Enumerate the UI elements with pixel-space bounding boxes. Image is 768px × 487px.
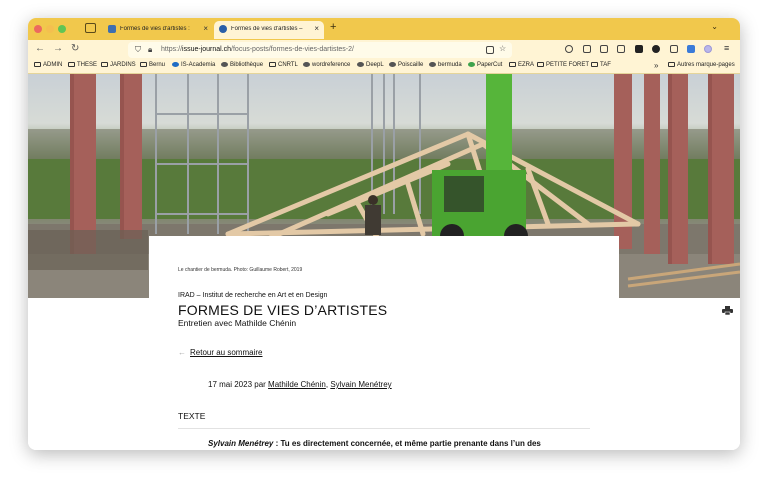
bookmark-these[interactable]: THESE <box>68 62 97 68</box>
section-heading: TEXTE <box>178 411 206 421</box>
bookmark-bermuda[interactable]: bermuda <box>429 62 462 68</box>
bookmark-admin[interactable]: ADMIN <box>34 62 62 68</box>
site-favicon-icon <box>108 25 116 33</box>
folder-icon <box>34 62 41 67</box>
url-text[interactable]: https://issue-journal.ch/focus-posts/for… <box>161 46 354 53</box>
extension-m-icon[interactable] <box>652 45 660 53</box>
site-icon <box>221 62 228 67</box>
close-window-button[interactable] <box>34 25 42 33</box>
site-icon <box>429 62 436 67</box>
extension-badge-icon[interactable] <box>635 45 643 53</box>
zoom-window-button[interactable] <box>58 25 66 33</box>
bookmark-star-icon[interactable]: ☆ <box>499 44 506 53</box>
account-icon[interactable] <box>704 45 712 53</box>
list-all-tabs-icon[interactable]: ⌄ <box>711 22 718 31</box>
article-title: FORMES DE VIES D’ARTISTES <box>178 302 388 318</box>
bookmark-is-academia[interactable]: IS-Academia <box>172 62 215 68</box>
article-card: Le chantier de bermuda. Photo: Guillaume… <box>149 236 619 450</box>
minimize-window-button[interactable] <box>46 25 54 33</box>
more-bookmarks-chevron-icon[interactable]: » <box>654 61 658 70</box>
folder-icon <box>101 62 108 67</box>
bookmark-wordreference[interactable]: wordreference <box>303 62 350 68</box>
close-tab-icon[interactable]: × <box>203 24 208 33</box>
bookmark-bibliotheque[interactable]: Bibliothèque <box>221 62 263 68</box>
hamburger-menu-icon[interactable]: ≡ <box>724 43 729 53</box>
publication-date: 17 mai 2023 par <box>208 380 269 389</box>
section-divider <box>178 428 590 429</box>
author-link-mathilde-chenin[interactable]: Mathilde Chénin <box>268 380 326 389</box>
tab-formes-de-vies-2[interactable]: Formes de vies d'artistes – ISSU × <box>214 21 324 39</box>
lock-icon[interactable]: 🔒︎ <box>148 45 152 55</box>
article-byline: 17 mai 2023 par Mathilde Chénin, Sylvain… <box>208 380 392 389</box>
library-icon[interactable] <box>600 45 608 53</box>
bookmark-deepl[interactable]: DeepL <box>357 62 384 68</box>
folder-icon <box>668 62 675 67</box>
sidebar-icon[interactable] <box>617 45 625 53</box>
folder-icon <box>591 62 598 67</box>
bookmarks-toolbar: ADMIN THESE JARDINS Bernu IS-Academia Bi… <box>28 60 740 74</box>
close-tab-icon[interactable]: × <box>314 24 319 33</box>
bookmark-jardins[interactable]: JARDINS <box>101 62 136 68</box>
back-button[interactable]: ← <box>35 43 45 54</box>
tab-overview-icon[interactable] <box>85 23 96 33</box>
site-icon <box>357 62 364 67</box>
author-link-sylvain-menetrey[interactable]: Sylvain Menétrey <box>330 380 391 389</box>
bookmark-taf[interactable]: TAF <box>591 62 611 68</box>
folder-icon <box>537 62 544 67</box>
folder-icon <box>269 62 276 67</box>
folder-icon <box>509 62 516 67</box>
site-icon <box>303 62 310 67</box>
pocket-icon[interactable] <box>565 45 573 53</box>
bookmark-cnrtl[interactable]: CNRTL <box>269 62 298 68</box>
bookmark-papercut[interactable]: PaperCut <box>468 62 502 68</box>
browser-window: Formes de vies d'artistes : × Formes de … <box>28 18 740 450</box>
downloads-icon[interactable] <box>583 45 591 53</box>
reload-button[interactable]: ↻ <box>71 43 79 54</box>
navigation-toolbar: ← → ↻ ⛉ 🔒︎ https://issue-journal.ch/focu… <box>28 40 740 60</box>
back-to-summary-link[interactable]: ← Retour au sommaire <box>178 348 262 357</box>
institute-label: IRAD – Institut de recherche en Art et e… <box>178 292 328 299</box>
tab-bar: Formes de vies d'artistes : × Formes de … <box>28 18 740 40</box>
bookmark-other-folder[interactable]: Autres marque-pages <box>668 62 735 68</box>
site-icon <box>389 62 396 67</box>
wordpress-favicon-icon <box>219 25 227 33</box>
tracking-shield-icon[interactable]: ⛉ <box>135 45 141 55</box>
bookmark-petite-foret[interactable]: PETITE FORET <box>537 62 589 68</box>
extension-blue-icon[interactable] <box>687 45 695 53</box>
speaker-name: Sylvain Menétrey <box>208 439 274 448</box>
bookmark-poiscaille[interactable]: Poiscaille <box>389 62 423 68</box>
reader-view-icon[interactable] <box>486 46 494 54</box>
page-content[interactable]: Le chantier de bermuda. Photo: Guillaume… <box>28 74 740 450</box>
site-icon <box>172 62 179 67</box>
article-body-first-line: Sylvain Menétrey : Tu es directement con… <box>208 439 541 448</box>
tab-label: Formes de vies d'artistes – ISSU <box>231 26 303 32</box>
article-subtitle: Entretien avec Mathilde Chénin <box>178 318 297 328</box>
bookmark-ezra[interactable]: EZRA <box>509 62 534 68</box>
folder-icon <box>140 62 147 67</box>
bookmark-bernu[interactable]: Bernu <box>140 62 165 68</box>
forward-button[interactable]: → <box>53 43 63 54</box>
arrow-left-icon: ← <box>178 348 186 357</box>
print-icon[interactable] <box>722 306 733 315</box>
extension-page-icon[interactable] <box>670 45 678 53</box>
site-icon <box>468 62 475 67</box>
new-tab-button[interactable]: + <box>330 21 336 33</box>
tab-formes-de-vies-1[interactable]: Formes de vies d'artistes : × <box>103 21 213 39</box>
tab-label: Formes de vies d'artistes : <box>120 26 190 32</box>
folder-icon <box>68 62 75 67</box>
photo-caption: Le chantier de bermuda. Photo: Guillaume… <box>178 267 303 273</box>
url-bar[interactable]: ⛉ 🔒︎ https://issue-journal.ch/focus-post… <box>128 42 512 58</box>
